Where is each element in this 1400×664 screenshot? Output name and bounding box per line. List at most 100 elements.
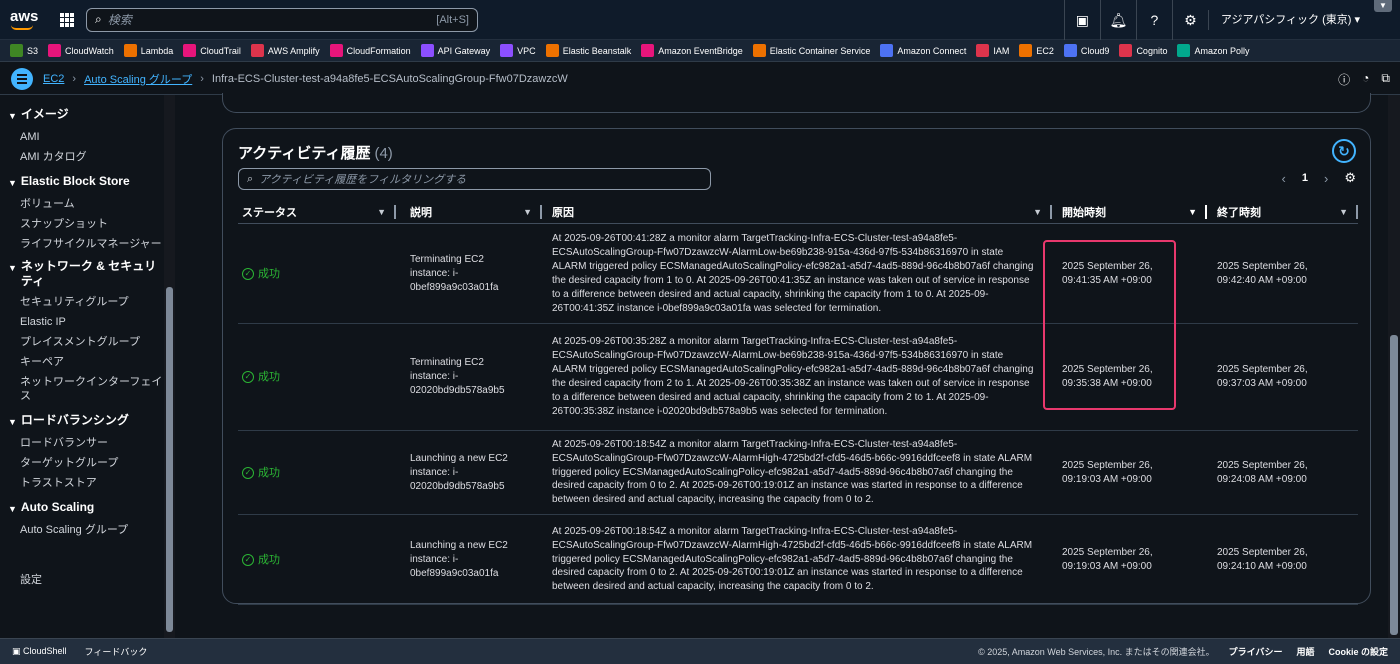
favorite-amazon-connect[interactable]: Amazon Connect — [880, 44, 966, 57]
bell-icon[interactable]: 🔔︎ — [1099, 0, 1136, 40]
filter-input[interactable]: ⌕ アクティビティ履歴をフィルタリングする — [238, 168, 711, 190]
favorite-vpc[interactable]: VPC — [500, 44, 536, 57]
chevron-left-icon[interactable]: ‹ — [1282, 171, 1286, 186]
region-selector[interactable]: アジアパシフィック (東京) ▾ — [1207, 10, 1400, 30]
sidebar-item[interactable]: プレイスメントグループ — [0, 335, 163, 349]
sidebar-item[interactable]: ネットワークインターフェイス — [0, 375, 163, 403]
description-cell-text: Terminating EC2 instance: i-02020bd9db57… — [410, 357, 505, 396]
sort-icon[interactable]: ▼ — [1339, 207, 1348, 217]
terminal-icon: ▣ — [12, 646, 24, 656]
column-description[interactable]: 説明 ▼ — [396, 200, 542, 223]
gear-icon[interactable]: ⚙ — [1171, 0, 1208, 40]
sidebar-label: ターゲットグループ — [20, 457, 119, 469]
sidebar-section[interactable]: ▼ Elastic Block Store — [0, 174, 163, 191]
favorite-ec2[interactable]: EC2 — [1019, 44, 1054, 57]
column-end-time[interactable]: 終了時刻 ▼ — [1207, 200, 1358, 223]
sidebar-scrollbar[interactable] — [164, 95, 175, 638]
sort-icon[interactable]: ▼ — [377, 207, 386, 217]
status-cell: ✓ 成功 — [238, 431, 396, 514]
favorite-lambda[interactable]: Lambda — [123, 44, 173, 57]
display-icon[interactable]: ⧉ — [1381, 71, 1390, 88]
sidebar-section[interactable]: ▼ Auto Scaling — [0, 500, 163, 517]
column-start-time[interactable]: 開始時刻 ▼ — [1052, 200, 1207, 223]
service-icon — [1177, 44, 1191, 57]
status-text: 成功 — [258, 553, 280, 566]
sidebar-item[interactable]: AMI — [0, 130, 163, 144]
table-row: ✓ 成功 Launching a new EC2 instance: i-0bef8… — [238, 515, 1358, 605]
breadcrumb-asg[interactable]: Auto Scaling グループ — [84, 71, 192, 87]
refresh-button[interactable]: ↻ — [1332, 139, 1356, 163]
page-number[interactable]: 1 — [1302, 172, 1308, 184]
cloudshell-link[interactable]: ▣ CloudShell — [12, 646, 67, 657]
sidebar-section[interactable]: ▼ ネットワーク & セキュリティ — [0, 259, 163, 289]
column-start-label: 開始時刻 — [1062, 206, 1106, 219]
service-icon — [420, 44, 434, 57]
sort-icon[interactable]: ▼ — [523, 207, 532, 217]
collapse-icon[interactable]: ▼ — [1374, 0, 1392, 12]
favorite-amazon-polly[interactable]: Amazon Polly — [1177, 44, 1250, 57]
menu-icon[interactable] — [11, 67, 33, 90]
favorite-cognito[interactable]: Cognito — [1119, 44, 1167, 57]
column-cause[interactable]: 原因 ▼ — [542, 200, 1052, 223]
sort-icon[interactable]: ▼ — [1188, 207, 1197, 217]
sidebar-section[interactable]: ▼ ロードバランシング — [0, 413, 163, 430]
status-text: 成功 — [258, 268, 280, 280]
favorite-label: S3 — [27, 45, 39, 56]
favorite-iam[interactable]: IAM — [976, 44, 1009, 57]
caret-down-icon: ▼ — [8, 178, 17, 188]
main-scrollbar[interactable] — [1388, 95, 1400, 638]
sidebar-label: ライフサイクルマネージャー — [20, 238, 162, 250]
sort-icon[interactable]: ▼ — [1033, 207, 1042, 217]
help-icon[interactable]: ? — [1135, 0, 1172, 40]
settings-icon[interactable]: ⚙ — [1344, 170, 1356, 186]
notification-icon[interactable]: ◔ — [1362, 71, 1369, 88]
favorite-s3[interactable]: S3 — [10, 44, 38, 57]
start-time-cell: 2025 September 26, 09:41:35 AM +09:00 — [1052, 225, 1207, 323]
favorite-cloud9[interactable]: Cloud9 — [1063, 44, 1109, 57]
favorite-label: IAM — [993, 45, 1010, 56]
sidebar-item[interactable]: スナップショット — [0, 217, 163, 231]
sidebar-item[interactable]: AMI カタログ — [0, 150, 163, 164]
services-menu-icon[interactable] — [60, 12, 74, 27]
cause-cell: At 2025-09-26T00:18:54Z a monitor alarm … — [542, 431, 1052, 514]
privacy-link[interactable]: プライバシー — [1229, 645, 1283, 658]
end-time-cell-text: 2025 September 26, 09:24:08 AM +09:00 — [1217, 459, 1308, 485]
end-time-cell: 2025 September 26, 09:37:03 AM +09:00 — [1207, 324, 1358, 430]
terms-link[interactable]: 用語 — [1296, 645, 1314, 658]
sidebar-item[interactable]: ライフサイクルマネージャー — [0, 237, 163, 251]
info-icon[interactable]: ⓘ — [1338, 71, 1350, 88]
search-icon: ⌕ — [95, 12, 102, 26]
favorite-cloudwatch[interactable]: CloudWatch — [48, 44, 114, 57]
service-icon — [880, 44, 894, 57]
sidebar-item[interactable]: セキュリティグループ — [0, 295, 163, 309]
favorite-cloudtrail[interactable]: CloudTrail — [183, 44, 241, 57]
sidebar-item[interactable]: ロードバランサー — [0, 436, 163, 450]
breadcrumb-ec2[interactable]: EC2 — [43, 73, 64, 85]
sidebar-item[interactable]: Auto Scaling グループ — [0, 523, 163, 537]
favorite-elastic-beanstalk[interactable]: Elastic Beanstalk — [545, 44, 631, 57]
sidebar-item[interactable]: トラストストア — [0, 476, 163, 490]
end-time-cell-text: 2025 September 26, 09:37:03 AM +09:00 — [1217, 364, 1308, 389]
favorite-elastic-container-service[interactable]: Elastic Container Service — [752, 44, 870, 57]
column-status[interactable]: ステータス ▼ — [238, 200, 396, 223]
chevron-right-icon[interactable]: › — [1324, 171, 1328, 186]
sidebar-section[interactable]: ▼ イメージ — [0, 107, 163, 124]
cloudshell-icon[interactable]: ▣ — [1063, 0, 1100, 40]
sidebar-item[interactable]: ターゲットグループ — [0, 456, 163, 470]
service-icon — [545, 44, 559, 57]
aws-logo[interactable]: aws — [10, 9, 46, 30]
search-input[interactable]: ⌕ 検索 [Alt+S] — [86, 7, 478, 32]
sidebar-item[interactable]: Elastic IP — [0, 315, 163, 329]
favorite-aws-amplify[interactable]: AWS Amplify — [250, 44, 320, 57]
column-status-label: ステータス — [242, 206, 297, 219]
feedback-link[interactable]: フィードバック — [85, 645, 148, 658]
sidebar-item[interactable]: 設定 — [0, 573, 163, 587]
cookie-link[interactable]: Cookie の設定 — [1328, 645, 1388, 658]
sidebar-item[interactable]: ボリューム — [0, 197, 163, 211]
start-time-cell-text: 2025 September 26, 09:41:35 AM +09:00 — [1062, 261, 1153, 286]
favorite-amazon-eventbridge[interactable]: Amazon EventBridge — [641, 44, 743, 57]
end-time-cell: 2025 September 26, 09:24:10 AM +09:00 — [1207, 515, 1358, 604]
favorite-cloudformation[interactable]: CloudFormation — [329, 44, 411, 57]
sidebar-item[interactable]: キーペア — [0, 355, 163, 369]
favorite-api-gateway[interactable]: API Gateway — [420, 44, 490, 57]
